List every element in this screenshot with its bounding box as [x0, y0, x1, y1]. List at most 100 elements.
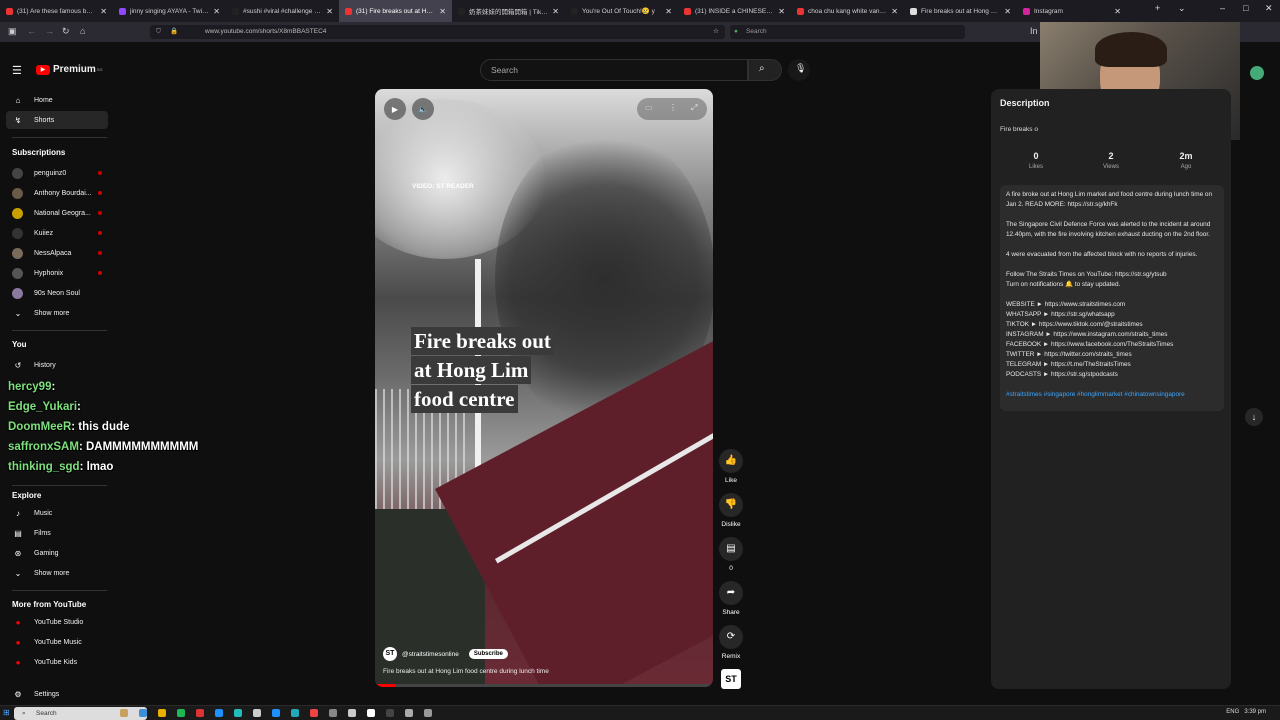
sidebar-item-subscription[interactable]: NessAlpaca: [6, 244, 108, 262]
chat-separator: :: [77, 401, 81, 413]
reload-icon[interactable]: ↻: [62, 26, 70, 37]
taskbar-app-icon[interactable]: [424, 709, 432, 717]
channel-logo-badge[interactable]: ST: [721, 669, 741, 689]
youtube-logo[interactable]: ▶ Premium SG: [36, 64, 103, 75]
tab-close-icon[interactable]: ✕: [326, 7, 333, 16]
sidebar-item-subscription[interactable]: National Geogra...: [6, 204, 108, 222]
browser-tab[interactable]: Fire breaks out at Hong Lim fo ✕: [904, 0, 1017, 22]
subscriptions-heading[interactable]: Subscriptions: [12, 148, 65, 157]
bookmark-star-icon[interactable]: ☆: [713, 25, 719, 39]
sidebar-item-subscription[interactable]: Anthony Bourdai...: [6, 184, 108, 202]
sidebar-item-more[interactable]: ● YouTube Studio: [6, 613, 108, 631]
sidebar-show-more[interactable]: ⌄ Show more: [6, 564, 108, 582]
taskbar-app-icon[interactable]: [253, 709, 261, 717]
sidebar-show-more[interactable]: ⌄ Show more: [6, 304, 108, 322]
fullscreen-icon[interactable]: ⤢: [691, 103, 697, 113]
tab-close-icon[interactable]: ✕: [1004, 7, 1011, 16]
tab-close-icon[interactable]: ✕: [665, 7, 672, 16]
taskbar-app-icon[interactable]: [120, 709, 128, 717]
forward-icon[interactable]: →: [45, 26, 54, 36]
taskbar-app-icon[interactable]: [329, 709, 337, 717]
tab-close-icon[interactable]: ✕: [778, 7, 785, 16]
taskbar-app-icon[interactable]: [367, 709, 375, 717]
channel-avatar[interactable]: ST: [383, 647, 397, 661]
start-icon[interactable]: ⊞: [3, 708, 10, 717]
extension-icon[interactable]: In: [1030, 26, 1038, 36]
hashtags[interactable]: #straitstimes #singapore #honglimmarket …: [1006, 390, 1218, 400]
captions-icon[interactable]: ▭: [645, 103, 653, 112]
taskbar-app-icon[interactable]: [310, 709, 318, 717]
browser-tab[interactable]: choa chu kang white van drive ✕: [791, 0, 904, 22]
tab-close-icon[interactable]: ✕: [213, 7, 220, 16]
sidebar-item-more[interactable]: ● YouTube Kids: [6, 653, 108, 671]
browser-tab[interactable]: (31) INSIDE a CHINESE MA ✕: [678, 0, 791, 22]
taskbar-app-icon[interactable]: [158, 709, 166, 717]
sidebar-item-history[interactable]: ↺ History: [6, 356, 108, 374]
sidebar-item-subscription[interactable]: Kuiiez: [6, 224, 108, 242]
taskbar-app-icon[interactable]: [405, 709, 413, 717]
tab-close-icon[interactable]: ✕: [552, 7, 559, 16]
you-heading[interactable]: You: [12, 340, 27, 349]
volume-button[interactable]: 🔈: [412, 98, 434, 120]
next-video-button[interactable]: ↓: [1245, 408, 1263, 426]
taskbar-app-icon[interactable]: [196, 709, 204, 717]
sidebar-item-subscription[interactable]: Hyphonix: [6, 264, 108, 282]
channel-name[interactable]: @straitstimesonline: [402, 651, 459, 658]
browser-tab[interactable]: 奶茶妹妹的開箱開箱 | TikTok ✕: [452, 0, 565, 22]
new-tab-icon[interactable]: +: [1155, 3, 1160, 13]
voice-search-button[interactable]: 🎙: [788, 59, 810, 81]
browser-search-field[interactable]: ● Search: [730, 25, 965, 39]
remix-button[interactable]: ⟳ Remix: [719, 625, 743, 660]
like-button[interactable]: 👍 Like: [719, 449, 743, 484]
browser-tab[interactable]: (31) Fire breaks out at Hong ✕: [339, 0, 452, 22]
comments-button[interactable]: ▤ 0: [719, 537, 743, 572]
sidebar-item-gaming[interactable]: ⊛ Gaming: [6, 544, 108, 562]
tab-close-icon[interactable]: ✕: [1114, 7, 1121, 16]
video-caption[interactable]: Fire breaks out at Hong Lim food centre …: [383, 668, 549, 675]
live-indicator: [98, 171, 102, 175]
taskbar-app-icon[interactable]: [386, 709, 394, 717]
taskbar-app-icon[interactable]: [215, 709, 223, 717]
menu-icon[interactable]: ☰: [12, 64, 22, 77]
sidebar-item-films[interactable]: ▤ Films: [6, 524, 108, 542]
sidebar-item-subscription[interactable]: penguinz0: [6, 164, 108, 182]
maximize-icon[interactable]: □: [1243, 3, 1248, 13]
tab-close-icon[interactable]: ✕: [891, 7, 898, 16]
tab-close-icon[interactable]: ✕: [439, 7, 446, 16]
sidebar-item-home[interactable]: ⌂ Home: [6, 91, 108, 109]
taskbar-app-icon[interactable]: [177, 709, 185, 717]
dislike-button[interactable]: 👎 Dislike: [719, 493, 743, 528]
youtube-search-input[interactable]: Search: [480, 59, 748, 81]
minimize-icon[interactable]: –: [1220, 3, 1225, 13]
taskbar-app-icon[interactable]: [348, 709, 356, 717]
browser-tab[interactable]: jinny singing AYAYA - Twitch ✕: [113, 0, 226, 22]
tab-close-icon[interactable]: ✕: [100, 7, 107, 16]
browser-tab[interactable]: You're Out Of Touch!😢 y ✕: [565, 0, 678, 22]
shorts-video-player[interactable]: VIDEO: ST READER ▶ 🔈 ▭ ⋮ ⤢ Fire breaks o…: [375, 89, 713, 687]
sidebar-item-more[interactable]: ● YouTube Music: [6, 633, 108, 651]
taskbar-app-icon[interactable]: [234, 709, 242, 717]
browser-tab[interactable]: Instagram ✕: [1017, 0, 1127, 22]
back-icon[interactable]: ←: [27, 26, 36, 36]
taskbar-app-icon[interactable]: [291, 709, 299, 717]
sidebar-item-shorts[interactable]: ↯ Shorts: [6, 111, 108, 129]
home-icon[interactable]: ⌂: [80, 26, 85, 36]
address-bar[interactable]: ⛉ 🔒 www.youtube.com/shorts/X8mBBASTEC4 ☆: [150, 25, 725, 39]
tab-list-icon[interactable]: ⌄: [1178, 3, 1186, 14]
youtube-search-button[interactable]: ⌕: [748, 59, 782, 81]
browser-tab[interactable]: #sushi #viral #challenge #puzzl ✕: [226, 0, 339, 22]
account-avatar[interactable]: [1250, 66, 1264, 80]
share-button[interactable]: ➦ Share: [719, 581, 743, 616]
play-button[interactable]: ▶: [384, 98, 406, 120]
browser-tab[interactable]: (31) Are these famous butter ch ✕: [0, 0, 113, 22]
sidebar-toggle-icon[interactable]: ▣: [8, 26, 17, 37]
video-progress-bar[interactable]: [375, 684, 713, 687]
sidebar-item-subscription[interactable]: 90s Neon Soul: [6, 284, 108, 302]
subscribe-button[interactable]: Subscribe: [468, 649, 508, 659]
sidebar-item-music[interactable]: ♪ Music: [6, 504, 108, 522]
taskbar-app-icon[interactable]: [272, 709, 280, 717]
close-window-icon[interactable]: ✕: [1265, 3, 1273, 14]
more-options-icon[interactable]: ⋮: [669, 103, 677, 112]
taskbar-app-icon[interactable]: [139, 709, 147, 717]
sidebar-item-settings[interactable]: ⚙ Settings: [6, 685, 108, 703]
